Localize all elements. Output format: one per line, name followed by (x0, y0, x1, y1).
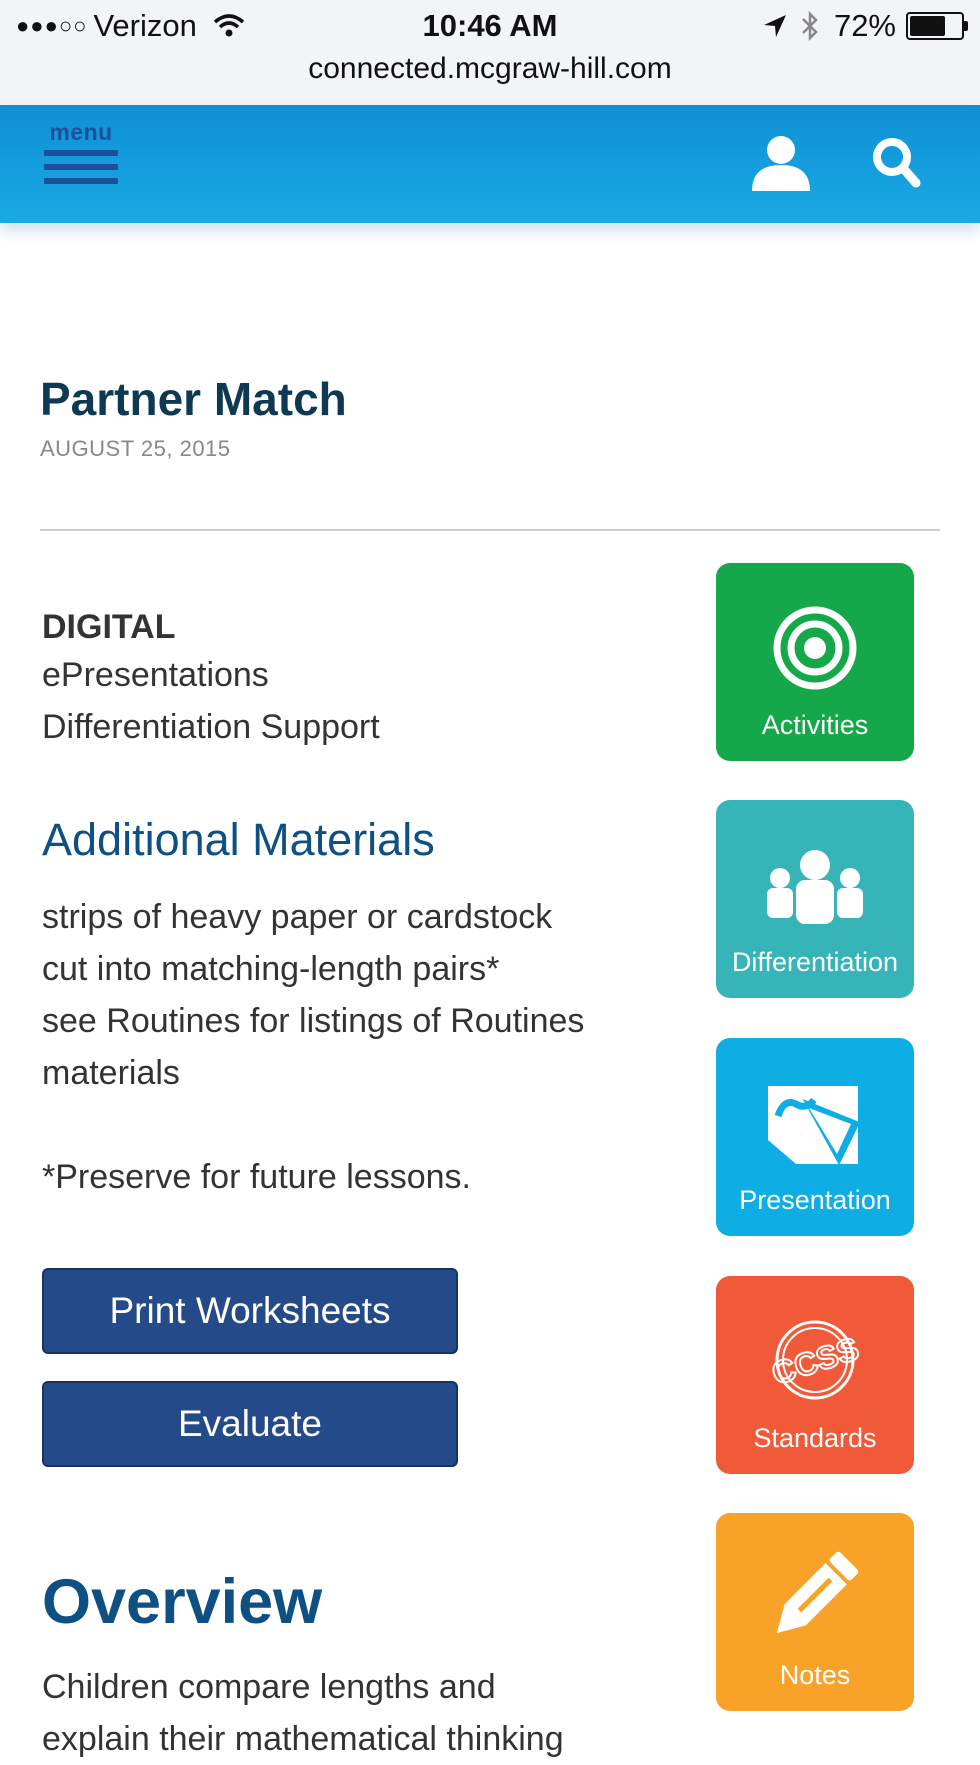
digital-heading: DIGITAL (42, 608, 176, 646)
pencil-icon (776, 1551, 859, 1634)
ccss-icon: CCSS (766, 1320, 864, 1400)
battery-icon (906, 12, 968, 40)
article-date: AUGUST 25, 2015 (40, 436, 231, 461)
materials-note: *Preserve for future lessons. (42, 1158, 471, 1196)
target-icon (773, 606, 857, 690)
digital-item: Differentiation Support (42, 708, 380, 746)
overview-line: explain their mathematical thinking (42, 1720, 564, 1758)
menu-label: menu (49, 119, 113, 145)
group-icon (767, 850, 863, 924)
differentiation-tile[interactable]: Differentiation (716, 800, 914, 998)
activities-tile[interactable]: Activities (716, 563, 914, 761)
materials-line: cut into matching-length pairs* (42, 950, 500, 988)
presentation-tile[interactable]: Presentation (716, 1038, 914, 1236)
status-bar: ●●●○○ Verizon 10:46 AM 72% connected.mcg… (0, 0, 980, 105)
additional-materials-heading: Additional Materials (42, 814, 435, 865)
tile-label: Standards (753, 1423, 877, 1453)
menu-button[interactable]: menu (44, 119, 118, 199)
overview-heading: Overview (42, 1567, 323, 1637)
battery-percent: 72% (833, 8, 896, 43)
tile-label: Differentiation (731, 947, 899, 977)
site-header: menu (0, 105, 980, 223)
page-title: Partner Match (40, 373, 347, 425)
materials-line: strips of heavy paper or cardstock (42, 898, 553, 936)
presentation-icon (768, 1086, 861, 1166)
search-icon[interactable] (870, 135, 922, 191)
evaluate-button[interactable]: Evaluate (42, 1381, 458, 1467)
bluetooth-icon (802, 11, 818, 41)
divider (40, 529, 940, 531)
digital-item: ePresentations (42, 656, 269, 694)
tile-label: Notes (779, 1660, 851, 1690)
user-icon[interactable] (750, 135, 812, 191)
materials-line: see Routines for listings of Routines (42, 1002, 585, 1040)
tile-label: Presentation (739, 1185, 891, 1215)
standards-tile[interactable]: CCSS Standards (716, 1276, 914, 1474)
print-worksheets-button[interactable]: Print Worksheets (42, 1268, 458, 1354)
address-bar[interactable]: connected.mcgraw-hill.com (0, 52, 980, 86)
overview-line: Children compare lengths and (42, 1668, 496, 1706)
materials-line: materials (42, 1054, 180, 1092)
notes-tile[interactable]: Notes (716, 1513, 914, 1711)
status-right: 72% (762, 8, 968, 44)
location-arrow-icon (763, 15, 786, 37)
tile-label: Activities (761, 710, 869, 740)
